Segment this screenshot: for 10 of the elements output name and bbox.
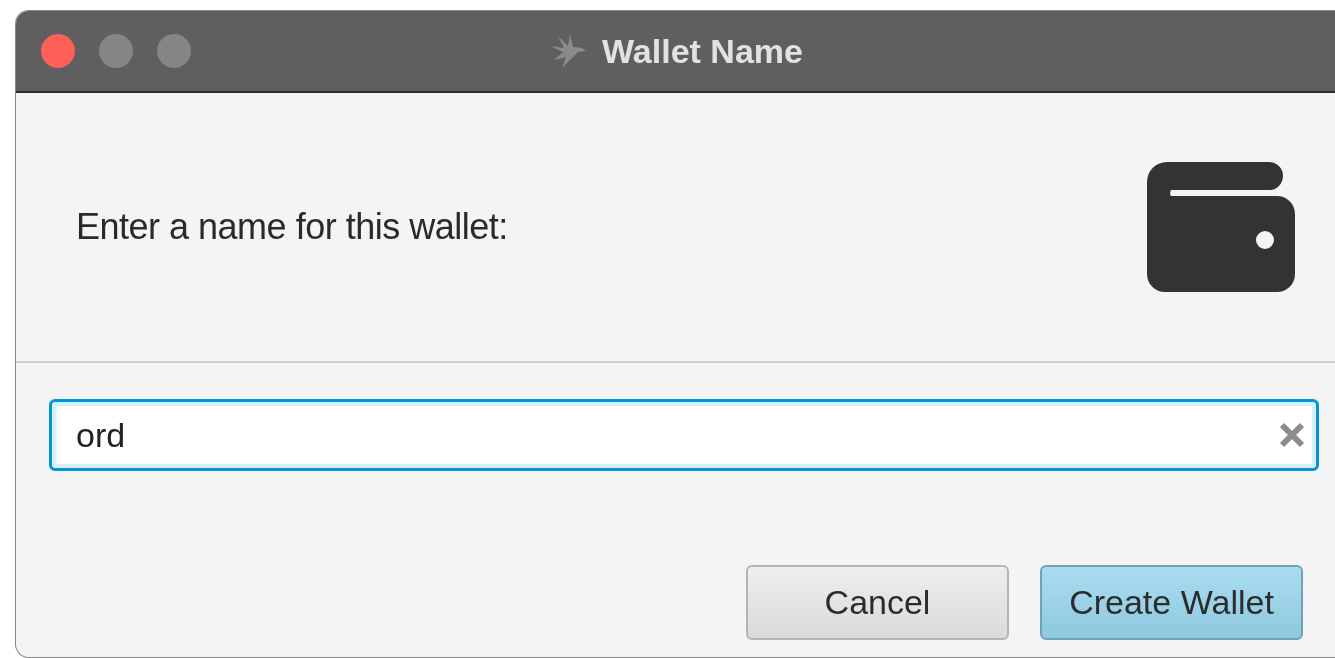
window-title: Wallet Name (602, 31, 803, 71)
close-button[interactable] (41, 34, 75, 68)
clear-icon[interactable] (1279, 422, 1305, 448)
prompt-text: Enter a name for this wallet: (76, 206, 508, 248)
minimize-button[interactable] (99, 34, 133, 68)
cancel-button[interactable]: Cancel (746, 565, 1009, 640)
wallet-name-field[interactable]: ord (49, 399, 1319, 471)
zoom-button[interactable] (157, 34, 191, 68)
wallet-icon (1147, 162, 1295, 292)
create-wallet-button[interactable]: Create Wallet (1040, 565, 1303, 640)
